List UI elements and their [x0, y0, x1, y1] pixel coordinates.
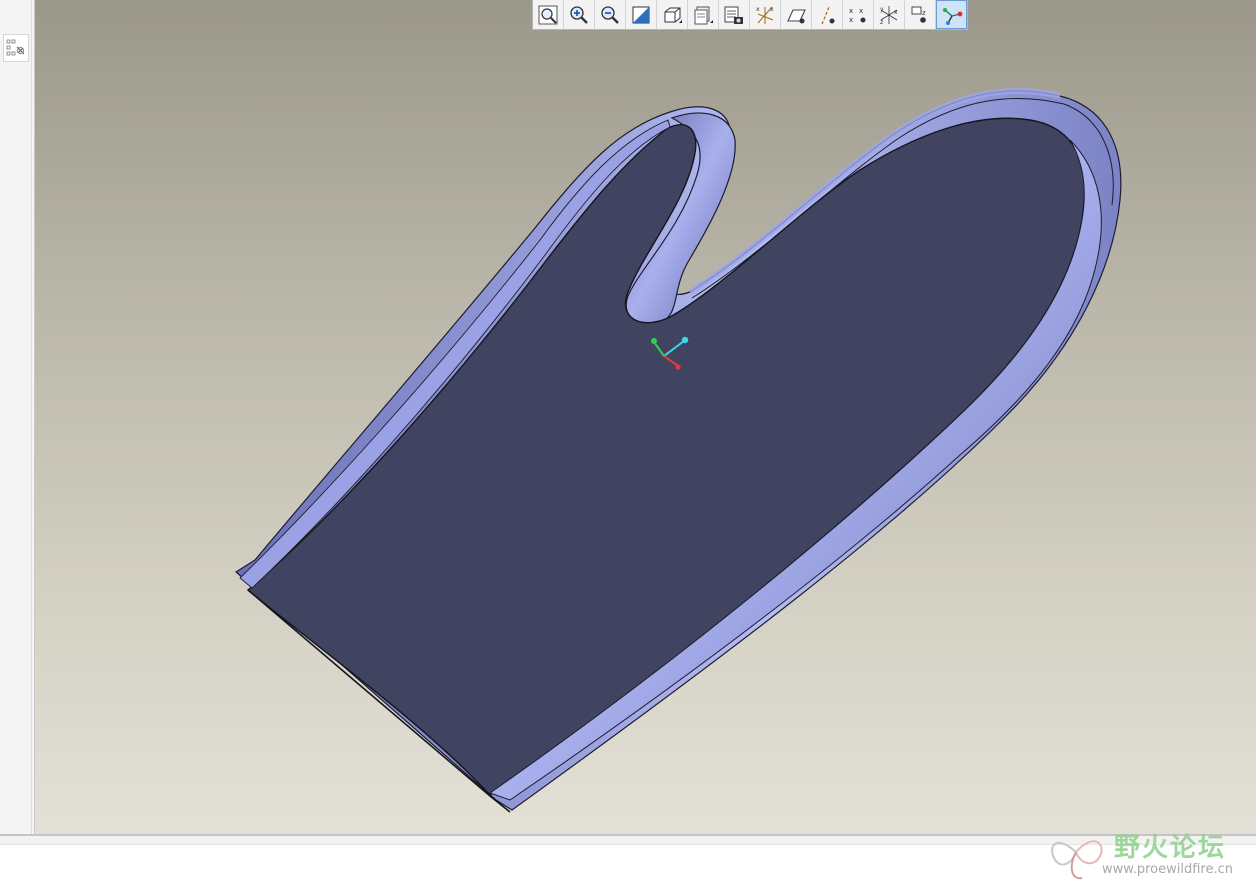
model-tree-filter-button[interactable]	[3, 34, 29, 62]
layers-icon	[724, 6, 743, 24]
panel-edge	[31, 0, 32, 834]
refit-button[interactable]	[533, 0, 564, 29]
svg-text:x: x	[849, 7, 853, 15]
refit-icon	[538, 5, 558, 24]
svg-text:z: z	[880, 19, 883, 26]
annotations-button[interactable]: z	[905, 0, 936, 29]
svg-text:x: x	[894, 9, 898, 16]
datum-planes-icon	[787, 8, 806, 23]
tree-filter-icon	[6, 39, 25, 56]
datum-points-button[interactable]: x x x	[843, 0, 874, 29]
spin-center-toolbar-icon	[942, 7, 962, 25]
zoom-in-icon	[570, 5, 588, 24]
display-style-icon	[664, 7, 682, 23]
repaint-icon	[632, 6, 650, 23]
zoom-in-button[interactable]	[564, 0, 595, 29]
saved-views-icon	[694, 6, 713, 24]
left-panel	[0, 0, 35, 834]
graphics-viewport[interactable]	[35, 0, 1256, 834]
datum-axes-icon: x x	[756, 6, 774, 24]
view-toolbar: x x x x x y z x z	[532, 0, 968, 30]
forum-watermark: 野火论坛 www.proewildfire.cn	[1046, 822, 1251, 884]
svg-text:x: x	[770, 6, 774, 13]
svg-text:x: x	[859, 7, 863, 15]
layers-button[interactable]	[719, 0, 750, 29]
zoom-out-button[interactable]	[595, 0, 626, 29]
zoom-out-icon	[601, 5, 619, 24]
svg-text:z: z	[922, 9, 926, 17]
annotations-icon: z	[911, 6, 926, 23]
datum-planes-button[interactable]	[781, 0, 812, 29]
datum-axes-button[interactable]: x x	[750, 0, 781, 29]
datum-points-icon: x x x	[849, 7, 866, 24]
watermark-url: www.proewildfire.cn	[1102, 862, 1233, 877]
repaint-button[interactable]	[626, 0, 657, 29]
oven-mitt-model[interactable]	[35, 0, 1256, 834]
svg-text:x: x	[756, 6, 760, 13]
spin-center-button[interactable]	[936, 0, 967, 29]
datum-axis-display-button[interactable]	[812, 0, 843, 29]
coordinate-systems-icon: y z x	[880, 5, 898, 26]
svg-text:y: y	[880, 6, 884, 13]
forum-logo-icon	[1051, 840, 1103, 880]
display-style-button[interactable]	[657, 0, 688, 29]
datum-axis-display-icon	[821, 6, 835, 24]
saved-views-button[interactable]	[688, 0, 719, 29]
coordinate-systems-button[interactable]: y z x	[874, 0, 905, 29]
watermark-title: 野火论坛	[1114, 833, 1227, 863]
svg-text:x: x	[849, 16, 853, 24]
